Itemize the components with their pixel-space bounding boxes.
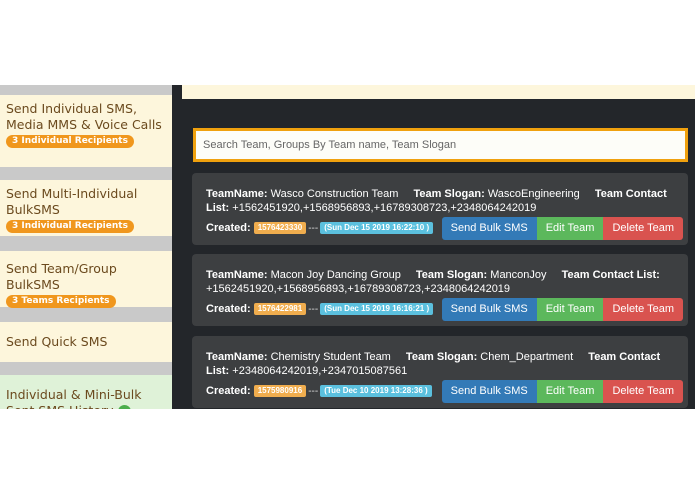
sidebar-item-send-team-bulk[interactable]: Send Team/Group BulkSMS 3 Teams Recipien… <box>0 251 172 308</box>
team-info: TeamName: Wasco Construction Team Team S… <box>206 187 674 215</box>
created-row: Created: 1576423330 --- (Sun Dec 15 2019 1… <box>206 221 434 236</box>
search-input[interactable] <box>196 131 685 159</box>
team-name-label: TeamName: <box>206 188 268 200</box>
team-actions: Send Bulk SMS Edit Team Delete Team <box>441 380 683 403</box>
team-slogan: WascoEngineering <box>487 188 580 200</box>
created-date-badge: (Sun Dec 15 2019 16:22:10 ) <box>320 222 434 235</box>
created-label: Created: <box>206 303 251 315</box>
team-slogan-label: Team Slogan: <box>413 188 485 200</box>
top-strip <box>182 85 695 99</box>
sidebar-item-sent-history[interactable]: Individual & Mini-Bulk Sent SMS History <box>0 375 172 409</box>
team-contacts: +1562451920,+1568956893,+16789308723,+23… <box>232 202 537 214</box>
team-actions: Send Bulk SMS Edit Team Delete Team <box>441 217 683 240</box>
sidebar-item-send-quick-sms[interactable]: Send Quick SMS <box>0 322 172 362</box>
main-panel: TeamName: Wasco Construction Team Team S… <box>172 85 695 409</box>
created-timestamp-badge: 1575980916 <box>253 385 307 398</box>
sidebar-item-send-multi-individual[interactable]: Send Multi-Individual BulkSMS 3 Individu… <box>0 180 172 236</box>
team-actions: Send Bulk SMS Edit Team Delete Team <box>441 298 683 321</box>
team-contacts: +2348064242019,+2347015087561 <box>232 365 408 377</box>
send-bulk-sms-button[interactable]: Send Bulk SMS <box>441 380 537 403</box>
team-info: TeamName: Macon Joy Dancing Group Team S… <box>206 268 674 296</box>
created-date-badge: (Sun Dec 15 2019 16:16:21 ) <box>320 303 434 316</box>
delete-team-button[interactable]: Delete Team <box>603 217 683 240</box>
team-slogan: ManconJoy <box>490 269 547 281</box>
created-timestamp-badge: 1576423330 <box>253 222 307 235</box>
team-info: TeamName: Chemistry Student Team Team Sl… <box>206 350 674 378</box>
separator: --- <box>308 386 319 397</box>
send-bulk-sms-button[interactable]: Send Bulk SMS <box>441 217 537 240</box>
search-box <box>193 128 688 162</box>
status-dot-icon <box>117 405 131 409</box>
sidebar-item-label: Send Individual SMS, Media MMS & Voice C… <box>6 101 162 132</box>
separator: --- <box>308 304 319 315</box>
team-name-label: TeamName: <box>206 351 268 363</box>
sidebar-item-label: Send Quick SMS <box>6 334 108 349</box>
delete-team-button[interactable]: Delete Team <box>603 298 683 321</box>
team-card: TeamName: Wasco Construction Team Team S… <box>192 173 688 245</box>
recipients-badge: 3 Teams Recipients <box>6 295 116 308</box>
created-row: Created: 1575980916 --- (Tue Dec 10 2019 1… <box>206 384 432 399</box>
edit-team-button[interactable]: Edit Team <box>536 217 604 240</box>
team-card: TeamName: Chemistry Student Team Team Sl… <box>192 336 688 408</box>
delete-team-button[interactable]: Delete Team <box>603 380 683 403</box>
separator: --- <box>308 223 319 234</box>
sidebar: Send Individual SMS, Media MMS & Voice C… <box>0 85 172 409</box>
created-row: Created: 1576422981 --- (Sun Dec 15 2019 1… <box>206 302 434 317</box>
team-name-label: TeamName: <box>206 269 268 281</box>
team-slogan-label: Team Slogan: <box>415 269 488 281</box>
team-card: TeamName: Macon Joy Dancing Group Team S… <box>192 254 688 326</box>
team-name: Chemistry Student Team <box>270 351 391 363</box>
team-name: Macon Joy Dancing Group <box>270 269 401 281</box>
created-label: Created: <box>206 385 251 397</box>
send-bulk-sms-button[interactable]: Send Bulk SMS <box>441 298 537 321</box>
edit-team-button[interactable]: Edit Team <box>536 380 604 403</box>
edit-team-button[interactable]: Edit Team <box>536 298 604 321</box>
team-contacts-label: Team Contact List: <box>561 269 660 281</box>
sidebar-item-label: Send Team/Group BulkSMS <box>6 261 117 292</box>
created-timestamp-badge: 1576422981 <box>253 303 307 316</box>
sidebar-item-label: Send Multi-Individual BulkSMS <box>6 186 138 217</box>
team-name: Wasco Construction Team <box>270 188 399 200</box>
recipients-badge: 3 Individual Recipients <box>6 135 134 148</box>
team-slogan-label: Team Slogan: <box>405 351 478 363</box>
team-contacts: +1562451920,+1568956893,+16789308723,+23… <box>206 283 511 295</box>
created-label: Created: <box>206 222 251 234</box>
team-slogan: Chem_Department <box>480 351 574 363</box>
created-date-badge: (Tue Dec 10 2019 13:28:36 ) <box>320 385 432 398</box>
sidebar-item-send-individual[interactable]: Send Individual SMS, Media MMS & Voice C… <box>0 95 172 167</box>
recipients-badge: 3 Individual Recipients <box>6 220 134 233</box>
